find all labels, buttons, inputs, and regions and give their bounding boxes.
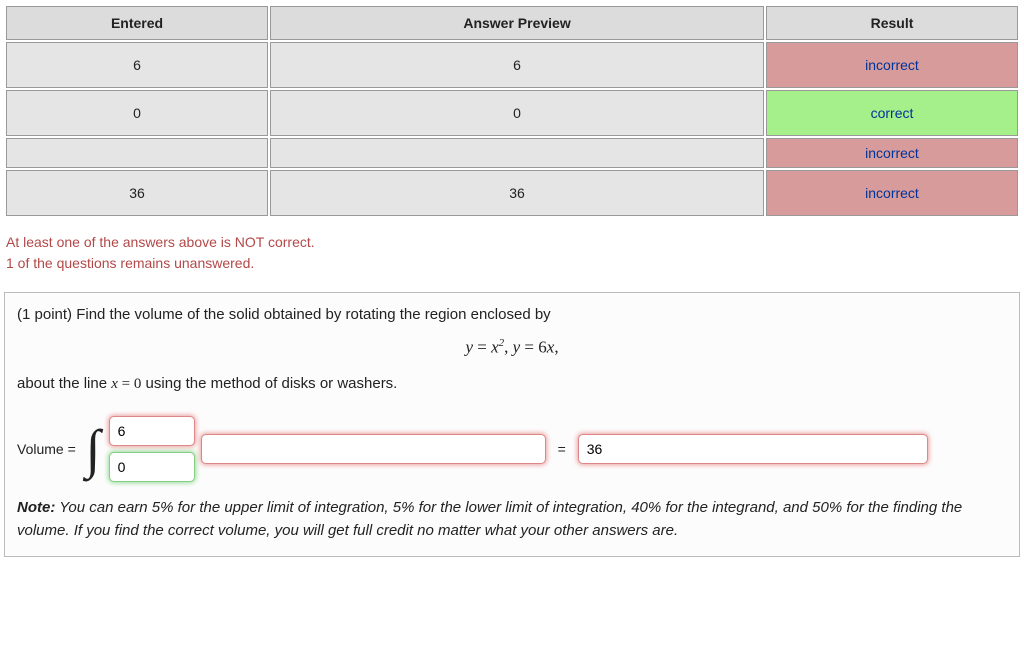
feedback-line-2: 1 of the questions remains unanswered. xyxy=(6,253,1020,274)
preview-cell xyxy=(270,138,764,168)
result-cell: incorrect xyxy=(766,170,1018,216)
preview-cell: 6 xyxy=(270,42,764,88)
results-table: Entered Answer Preview Result 66incorrec… xyxy=(4,4,1020,218)
problem-equation: y = x2, y = 6x, xyxy=(17,337,1007,358)
final-answer-input[interactable] xyxy=(578,434,928,464)
volume-label: Volume = xyxy=(17,441,76,457)
feedback-messages: At least one of the answers above is NOT… xyxy=(6,232,1020,274)
entered-cell: 6 xyxy=(6,42,268,88)
entered-cell: 36 xyxy=(6,170,268,216)
result-cell: incorrect xyxy=(766,42,1018,88)
lower-limit-input[interactable] xyxy=(109,452,195,482)
result-cell: incorrect xyxy=(766,138,1018,168)
col-result: Result xyxy=(766,6,1018,40)
col-entered: Entered xyxy=(6,6,268,40)
equals-sign: = xyxy=(552,441,572,457)
preview-cell: 0 xyxy=(270,90,764,136)
entered-cell xyxy=(6,138,268,168)
grading-note: Note: You can earn 5% for the upper limi… xyxy=(17,496,1007,543)
preview-cell: 36 xyxy=(270,170,764,216)
integral-icon: ∫ xyxy=(84,425,103,473)
col-preview: Answer Preview xyxy=(270,6,764,40)
entered-cell: 0 xyxy=(6,90,268,136)
integrand-input[interactable] xyxy=(201,434,546,464)
problem-intro: (1 point) Find the volume of the solid o… xyxy=(17,303,1007,327)
upper-limit-input[interactable] xyxy=(109,416,195,446)
result-cell: correct xyxy=(766,90,1018,136)
feedback-line-1: At least one of the answers above is NOT… xyxy=(6,232,1020,253)
problem-box: (1 point) Find the volume of the solid o… xyxy=(4,292,1020,557)
volume-row: Volume = ∫ = xyxy=(17,416,1007,482)
problem-about: about the line x = 0 using the method of… xyxy=(17,372,1007,396)
